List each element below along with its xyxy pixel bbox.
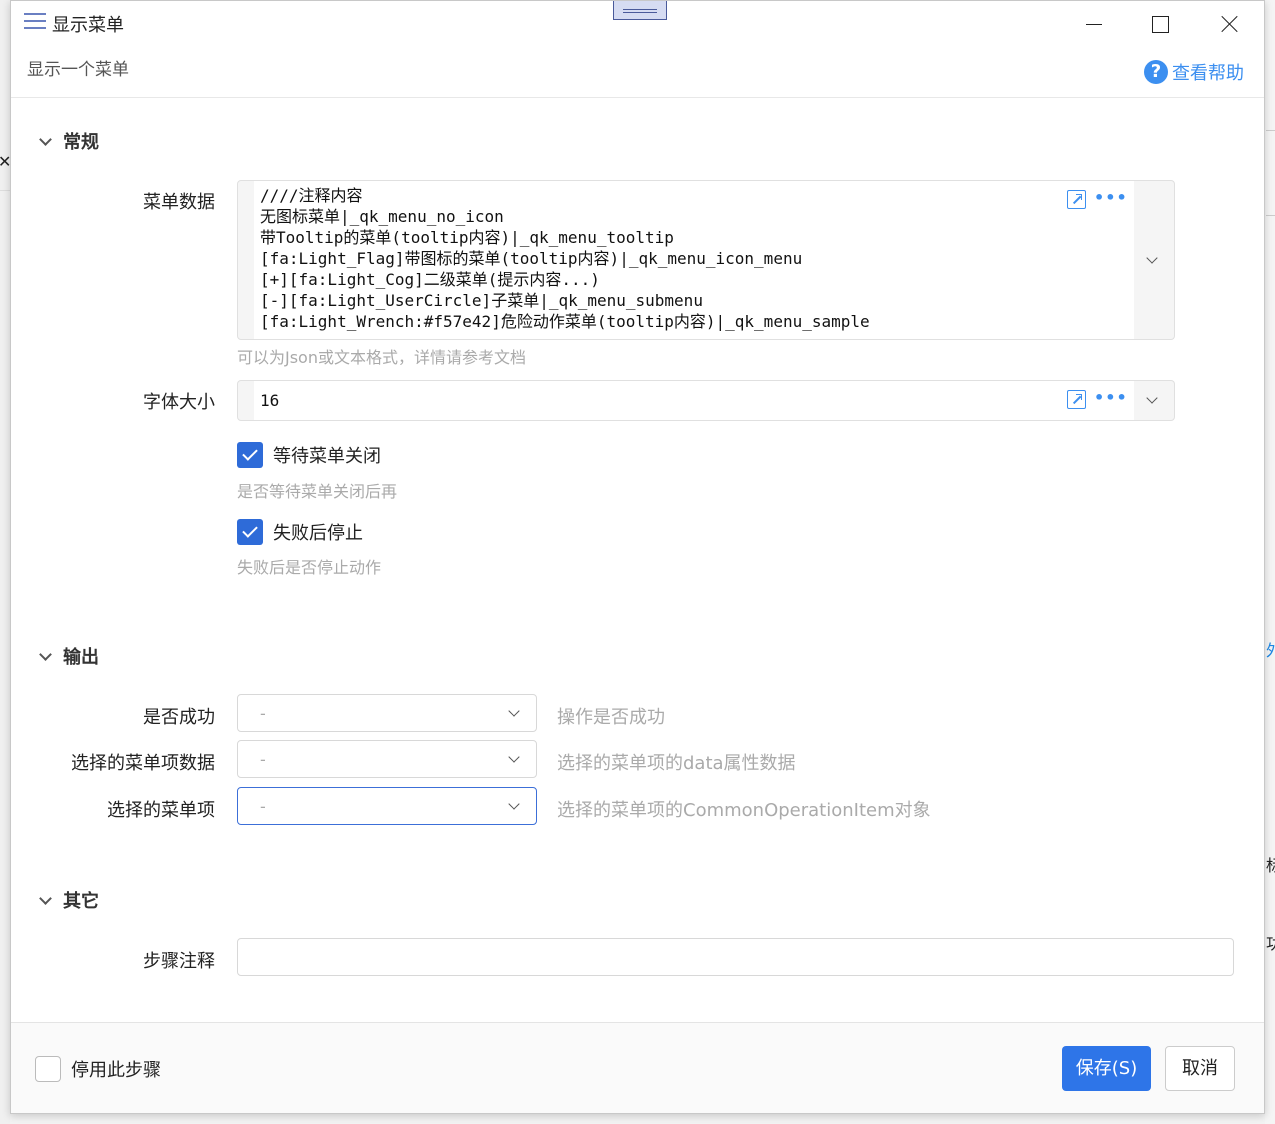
expand-editor-icon[interactable] — [1067, 390, 1086, 409]
menu-data-hint: 可以为Json或文本格式，详情请参考文档 — [237, 348, 526, 367]
background-divider — [1266, 215, 1275, 216]
success-desc: 操作是否成功 — [557, 707, 665, 728]
section-other-toggle[interactable]: 其它 — [37, 887, 99, 913]
chevron-down-icon[interactable] — [1146, 392, 1158, 404]
item-data-value: - — [260, 750, 266, 769]
menu-data-label: 菜单数据 — [143, 192, 215, 213]
section-general-toggle[interactable]: 常规 — [37, 128, 99, 154]
background-tab-fragment: 外 — [1266, 641, 1275, 660]
checkbox-checked-icon[interactable] — [237, 519, 263, 545]
question-circle-icon: ? — [1144, 60, 1168, 84]
section-other-title: 其它 — [63, 891, 99, 912]
help-label: 查看帮助 — [1172, 63, 1244, 84]
header-divider — [11, 97, 1264, 98]
chevron-down-icon[interactable] — [1146, 252, 1158, 264]
chevron-down-icon — [508, 751, 520, 763]
chevron-down-icon — [39, 647, 52, 661]
step-note-label: 步骤注释 — [143, 951, 215, 972]
background-window-right — [1265, 0, 1275, 1124]
hamburger-menu-icon[interactable] — [24, 13, 46, 31]
item-select[interactable]: - — [237, 787, 537, 825]
font-size-label: 字体大小 — [143, 392, 215, 413]
step-note-input[interactable] — [237, 938, 1234, 976]
title-bar: 显示菜单 — [11, 1, 1264, 45]
minimize-button[interactable] — [1070, 7, 1114, 39]
item-value: - — [260, 797, 266, 816]
close-button[interactable] — [1207, 7, 1251, 39]
item-data-desc: 选择的菜单项的data属性数据 — [557, 753, 796, 774]
chevron-down-icon — [508, 705, 520, 717]
success-value: - — [260, 704, 266, 723]
item-desc: 选择的菜单项的CommonOperationItem对象 — [557, 800, 931, 821]
chevron-down-icon — [39, 132, 52, 146]
expand-editor-icon[interactable] — [1067, 190, 1086, 209]
success-select[interactable]: - — [237, 694, 537, 732]
wait-close-checkbox[interactable]: 等待菜单关闭 — [237, 442, 381, 468]
more-options-icon[interactable]: ••• — [1094, 388, 1128, 407]
background-divider — [0, 190, 10, 191]
menu-data-editor[interactable]: ////注释内容 无图标菜单|_qk_menu_no_icon 带Tooltip… — [237, 180, 1175, 340]
dialog-subtitle: 显示一个菜单 — [27, 60, 129, 80]
dialog-title: 显示菜单 — [52, 15, 124, 36]
menu-data-text[interactable]: ////注释内容 无图标菜单|_qk_menu_no_icon 带Tooltip… — [260, 185, 870, 332]
disable-step-label: 停用此步骤 — [71, 1060, 161, 1081]
dialog-footer: 停用此步骤 保存(S) 取消 — [11, 1023, 1264, 1113]
item-label: 选择的菜单项 — [107, 800, 215, 821]
stop-on-fail-label: 失败后停止 — [273, 523, 363, 544]
checkbox-checked-icon[interactable] — [237, 442, 263, 468]
help-link[interactable]: ? 查看帮助 — [1144, 59, 1244, 85]
item-data-label: 选择的菜单项数据 — [71, 753, 215, 774]
chevron-down-icon — [508, 798, 520, 810]
disable-step-checkbox[interactable]: 停用此步骤 — [35, 1056, 161, 1082]
font-size-input[interactable]: 16 ••• — [237, 380, 1175, 421]
stop-on-fail-checkbox[interactable]: 失败后停止 — [237, 519, 363, 545]
section-output-title: 输出 — [63, 647, 99, 668]
chevron-down-icon — [39, 891, 52, 905]
stop-on-fail-hint: 失败后是否停止动作 — [237, 558, 382, 577]
background-label-fragment: 标 — [1266, 856, 1275, 875]
wait-close-label: 等待菜单关闭 — [273, 446, 381, 467]
item-data-select[interactable]: - — [237, 740, 537, 778]
wait-close-hint: 是否等待菜单关闭后再 — [237, 482, 398, 501]
background-divider — [1266, 130, 1275, 131]
checkbox-unchecked-icon[interactable] — [35, 1056, 61, 1082]
maximize-button[interactable] — [1137, 7, 1181, 39]
more-options-icon[interactable]: ••• — [1094, 188, 1128, 207]
font-size-value[interactable]: 16 — [260, 390, 279, 411]
background-label-fragment: 功 — [1266, 934, 1275, 953]
cancel-button[interactable]: 取消 — [1165, 1046, 1235, 1091]
success-label: 是否成功 — [143, 707, 215, 728]
save-button[interactable]: 保存(S) — [1062, 1046, 1151, 1091]
section-output-toggle[interactable]: 输出 — [37, 643, 99, 669]
show-menu-dialog: 显示菜单 显示一个菜单 ? 查看帮助 常规 菜单数据 ////注释内容 无图标菜… — [10, 0, 1265, 1114]
section-general-title: 常规 — [63, 132, 99, 153]
